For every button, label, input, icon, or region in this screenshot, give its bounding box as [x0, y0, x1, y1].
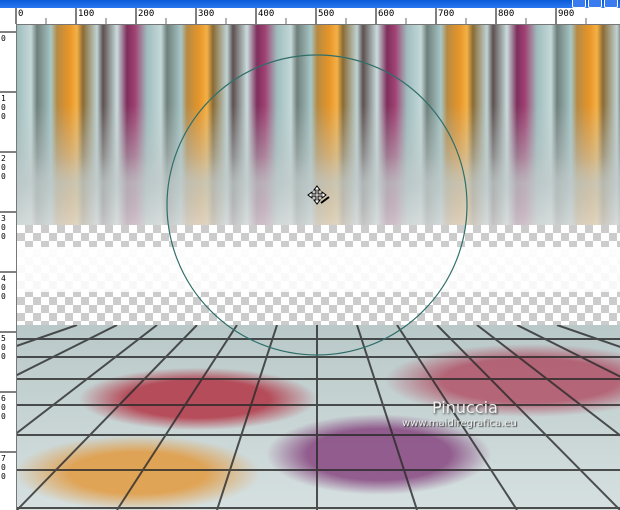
ruler-left-label: 4 0 0: [1, 274, 6, 301]
ruler-top-label: 500: [318, 9, 335, 19]
ruler-left-label: 2 0 0: [1, 154, 6, 181]
close-button[interactable]: [604, 0, 618, 8]
window-controls: [572, 0, 618, 8]
watermark-name: Pinuccia: [432, 398, 498, 417]
ruler-left-label: 1 0 0: [1, 94, 6, 121]
image-canvas[interactable]: Pinuccia www.maidiregrafica.eu: [17, 25, 620, 510]
ruler-top-label: 300: [198, 9, 215, 19]
ruler-left-label: 5 0 0: [1, 334, 6, 361]
ruler-top-label: 700: [438, 9, 455, 19]
ruler-left-label: 3 0 0: [1, 214, 6, 241]
minimize-button[interactable]: [572, 0, 586, 8]
ruler-left-label: 7 0 0: [1, 454, 6, 481]
ruler-left-label: 6 0 0: [1, 394, 6, 421]
ruler-top-label: 900: [558, 9, 575, 19]
ruler-top-label: 400: [258, 9, 275, 19]
ruler-top-label: 0: [18, 9, 24, 19]
ruler-top-label: 200: [138, 9, 155, 19]
ellipse-selection[interactable]: [17, 25, 620, 510]
ruler-top-label: 600: [378, 9, 395, 19]
ruler-top-label: 100: [78, 9, 95, 19]
maximize-button[interactable]: [588, 0, 602, 8]
watermark-url: www.maidiregrafica.eu: [402, 418, 517, 429]
move-cursor-icon: [307, 185, 330, 205]
ruler-top-label: 800: [498, 9, 515, 19]
title-bar: [0, 0, 620, 8]
ruler-left-label: 0: [1, 34, 6, 43]
